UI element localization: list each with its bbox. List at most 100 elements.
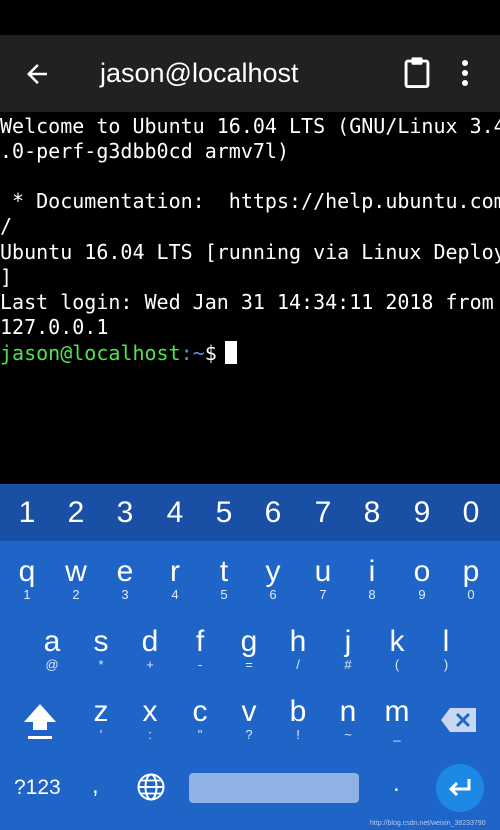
app-bar: jason@localhost [0,35,500,112]
key-sub: 2 [72,587,80,602]
key-main: b [289,695,307,728]
key-sub: @ [45,657,59,672]
key-l[interactable]: l) [421,624,471,672]
key-i[interactable]: i8 [347,554,397,602]
key-sub: / [296,657,300,672]
prompt-user: jason@localhost [0,341,181,365]
backspace-icon[interactable] [440,706,478,734]
key-main: m [384,695,410,728]
shift-arrow-icon[interactable] [20,700,60,744]
terminal-line: Welcome to Ubuntu 16.04 LTS (GNU/Linux 3… [0,114,500,138]
clipboard-icon[interactable] [402,55,432,89]
key-a[interactable]: a @ [27,624,77,672]
key-main: y [265,555,281,588]
key-h[interactable]: h / [273,624,323,672]
key-o[interactable]: o9 [397,554,447,602]
key-y[interactable]: y6 [248,554,298,602]
key-q[interactable]: q1 [2,554,52,602]
key-u[interactable]: u7 [298,554,348,602]
key-x[interactable]: x: [125,694,175,742]
terminal-line: / [0,214,13,238]
key-sub: 0 [467,587,475,602]
symbols-key[interactable]: ?123 [14,773,61,803]
watermark: http://blog.csdn.net/weixin_38233790 [370,820,486,827]
enter-key[interactable] [436,764,484,812]
key-p[interactable]: p0 [446,554,496,602]
key-v[interactable]: v? [224,694,274,742]
key-main: u [314,555,332,588]
key-main: t [219,555,229,588]
prompt-symbol: $ [204,341,217,365]
key-sub: ~ [344,727,352,742]
key-4[interactable]: 4 [150,493,200,533]
key-k[interactable]: k( [372,624,422,672]
key-sub: 9 [418,587,426,602]
period-key[interactable]: . [393,769,400,799]
key-sub: = [245,657,253,672]
key-sub: * [98,657,104,672]
prompt-path: :~ [180,341,205,365]
key-sub: ! [296,727,300,742]
key-r[interactable]: r4 [150,554,200,602]
key-6[interactable]: 6 [248,493,298,533]
key-sub: 8 [368,587,376,602]
key-main: w [65,555,87,588]
key-n[interactable]: n ~ [323,694,373,742]
key-c[interactable]: c " [175,694,225,742]
globe-icon[interactable] [136,772,166,802]
key-2[interactable]: 2 [51,493,101,533]
terminal-line: Ubuntu 16.04 LTS [running via Linux Depl… [0,240,500,264]
key-main: k [389,625,405,658]
comma-key[interactable]: , [92,771,99,801]
key-j[interactable]: j # [323,624,373,672]
more-vert-icon[interactable] [455,57,475,89]
key-t[interactable]: t5 [199,554,249,602]
key-sub: 4 [171,587,179,602]
key-z[interactable]: z ' [76,694,126,742]
key-sub: ( [394,657,400,672]
key-0[interactable]: 0 [446,493,496,533]
arrow-back-icon[interactable] [22,59,52,89]
key-main: z [93,695,109,728]
terminal-line: .0-perf-g3dbb0cd armv7l) [0,139,289,163]
key-sub: 6 [269,587,277,602]
key-main: d [141,625,159,658]
key-sub: - [197,657,203,672]
key-main: r [170,555,180,588]
terminal-output[interactable]: Welcome to Ubuntu 16.04 LTS (GNU/Linux 3… [0,112,500,484]
key-main: f [195,625,205,658]
terminal-line: 127.0.0.1 [0,315,109,339]
key-main: v [241,695,257,728]
key-main: n [339,695,357,728]
key-f[interactable]: f- [175,624,225,672]
key-sub: 5 [220,587,228,602]
key-g[interactable]: g = [224,624,274,672]
key-5[interactable]: 5 [199,493,249,533]
key-sub: " [197,727,203,742]
key-main: a [43,625,61,658]
terminal-cursor [224,341,237,364]
terminal-prompt: jason@localhost:~$ [0,341,237,366]
key-s[interactable]: s * [76,624,126,672]
key-sub: ? [245,727,253,742]
terminal-line: Last login: Wed Jan 31 14:34:11 2018 fro… [0,290,494,314]
key-7[interactable]: 7 [298,493,348,533]
key-main: h [289,625,307,658]
key-m[interactable]: m _ [372,694,422,742]
key-d[interactable]: d + [125,624,175,672]
key-w[interactable]: w2 [51,554,101,602]
key-sub: 3 [121,587,129,602]
key-e[interactable]: e3 [100,554,150,602]
page-title: jason@localhost [100,58,299,88]
soft-keyboard: 1 2 3 4 5 6 7 8 9 0 q1 w2 e3 r4 t5 y6 u7… [0,484,500,830]
key-3[interactable]: 3 [100,493,150,533]
key-sub: : [148,727,152,742]
key-1[interactable]: 1 [2,493,52,533]
key-8[interactable]: 8 [347,493,397,533]
key-sub: 7 [319,587,327,602]
key-b[interactable]: b! [273,694,323,742]
key-main: j [344,625,352,658]
key-sub: _ [393,727,401,742]
key-9[interactable]: 9 [397,493,447,533]
space-bar[interactable] [189,773,359,803]
